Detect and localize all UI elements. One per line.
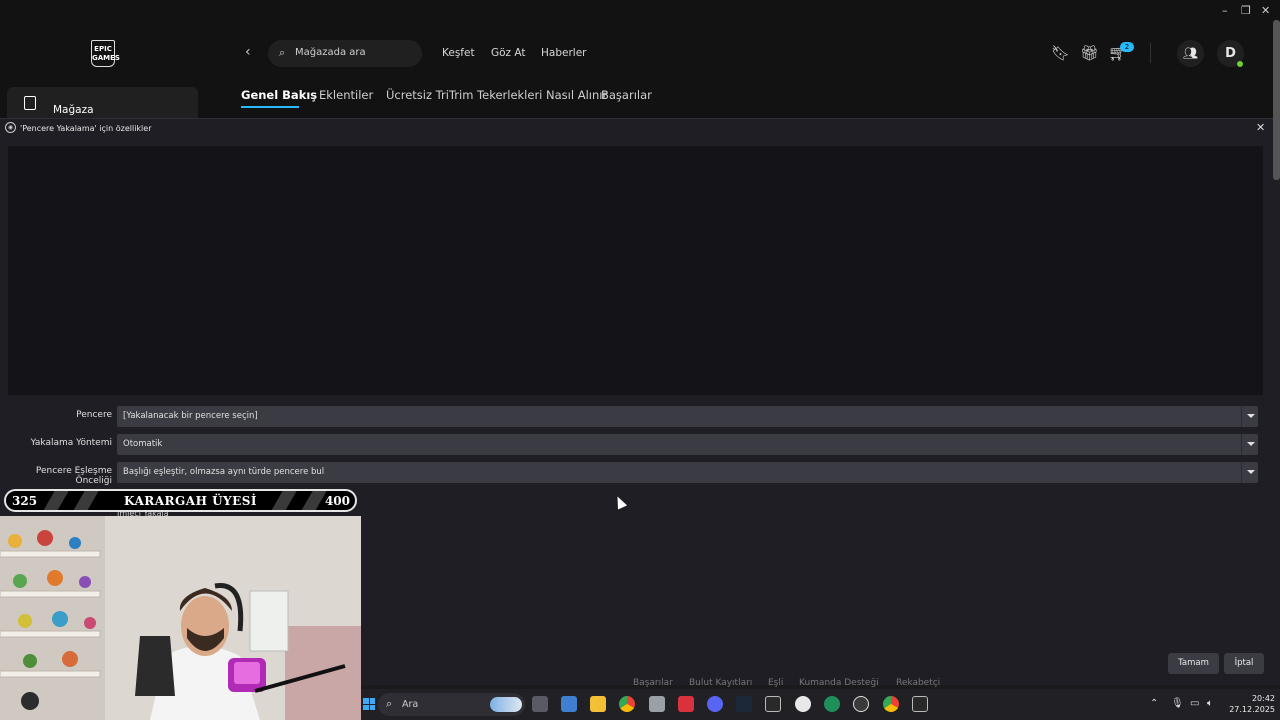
chrome-icon-2[interactable] bbox=[883, 696, 899, 712]
microphone-icon[interactable]: 🎙︎ bbox=[1171, 698, 1184, 709]
ok-button[interactable]: Tamam bbox=[1168, 653, 1219, 674]
search-highlight-graphic bbox=[490, 697, 522, 712]
chrome-icon[interactable] bbox=[619, 696, 635, 712]
rank-title: KARARGAH ÜYESİ bbox=[124, 494, 258, 508]
app-icon[interactable] bbox=[649, 696, 665, 712]
mouse-cursor-icon bbox=[612, 494, 628, 510]
scrollbar[interactable] bbox=[1273, 20, 1280, 180]
webcam-feed bbox=[0, 516, 361, 720]
green-app-icon[interactable] bbox=[824, 696, 840, 712]
capture-preview bbox=[8, 146, 1263, 395]
nav-news[interactable]: Haberler bbox=[541, 47, 586, 59]
chevron-down-icon[interactable] bbox=[1241, 434, 1258, 455]
wishlist-bookmark-icon[interactable]: 🔖︎ bbox=[1051, 44, 1070, 62]
under-tab-competitive: Rekabetçi bbox=[896, 678, 941, 688]
taskbar-search-label: Ara bbox=[402, 699, 419, 710]
close-icon[interactable]: ✕ bbox=[1256, 121, 1265, 134]
cancel-button[interactable]: İptal bbox=[1224, 653, 1264, 674]
sidebar-item-label: Mağaza bbox=[53, 104, 94, 116]
chevron-down-icon[interactable] bbox=[1241, 462, 1258, 483]
windows-taskbar: ⌕ Ara ⌃ 🎙︎ ▭ 🔈︎ 20:42 27.12.2025 bbox=[361, 689, 1280, 720]
epic-launcher-header: – ❐ ✕ EPIC GAMES ‹ ⌕ Mağazada ara Keşfet… bbox=[0, 0, 1280, 118]
tab-addons[interactable]: Eklentiler bbox=[319, 88, 373, 102]
obs-taskbar-icon[interactable] bbox=[853, 696, 869, 712]
nav-browse[interactable]: Göz At bbox=[491, 47, 526, 59]
under-tab-cloud-saves: Bulut Kayıtları bbox=[689, 678, 753, 688]
rank-next-points: 400 bbox=[324, 494, 350, 508]
task-view-icon[interactable] bbox=[532, 696, 548, 712]
under-tab-coop: Eşli bbox=[768, 678, 784, 688]
search-icon: ⌕ bbox=[279, 46, 286, 59]
under-tab-achievements: Başarılar bbox=[633, 678, 673, 688]
window-label: Pencere bbox=[76, 410, 112, 420]
gift-icon[interactable]: 🎁︎ bbox=[1080, 44, 1099, 62]
taskbar-search[interactable]: ⌕ Ara bbox=[378, 693, 525, 716]
online-status-dot bbox=[1237, 61, 1243, 67]
capture-method-value: Otomatik bbox=[123, 439, 163, 449]
search-placeholder: Mağazada ara bbox=[295, 47, 366, 58]
steam-icon[interactable] bbox=[736, 696, 752, 712]
display-icon[interactable]: ▭ bbox=[1190, 698, 1199, 709]
header-divider bbox=[1150, 43, 1151, 63]
cart-count-badge: 2 bbox=[1120, 42, 1134, 52]
chevron-down-icon[interactable] bbox=[1241, 406, 1258, 427]
window-select-value: [Yakalanacak bir pencere seçin] bbox=[123, 411, 258, 421]
overlay-stripe bbox=[71, 491, 99, 510]
under-tab-controller: Kumanda Desteği bbox=[799, 678, 879, 688]
overlay-stripe bbox=[41, 491, 69, 510]
rank-current-points: 325 bbox=[12, 494, 38, 508]
window-match-priority-label: Pencere Eşleşme Önceliği bbox=[35, 466, 112, 486]
obs-icon: ◉ bbox=[5, 122, 16, 133]
file-explorer-icon[interactable] bbox=[590, 696, 606, 712]
epic-games-logo[interactable]: EPIC GAMES bbox=[91, 40, 120, 67]
capture-method-label: Yakalama Yöntemi bbox=[30, 438, 112, 448]
sidebar-item-store[interactable]: Mağaza bbox=[7, 87, 198, 118]
window-match-priority-value: Başlığı eşleştir, olmazsa aynı türde pen… bbox=[123, 467, 325, 477]
windows-start-icon[interactable] bbox=[363, 698, 375, 710]
red-app-icon[interactable] bbox=[678, 696, 694, 712]
active-tab-indicator bbox=[241, 106, 299, 108]
overlay-stripe bbox=[269, 491, 297, 510]
shopping-bag-icon bbox=[24, 96, 36, 110]
overlay-stripe bbox=[299, 491, 327, 510]
back-arrow-icon[interactable]: ‹ bbox=[245, 44, 251, 60]
tab-achievements[interactable]: Başarılar bbox=[601, 88, 652, 102]
nav-discover[interactable]: Keşfet bbox=[442, 47, 475, 59]
taskbar-clock[interactable]: 20:42 27.12.2025 bbox=[1229, 693, 1275, 715]
rank-progress-overlay: 325 KARARGAH ÜYESİ 400 bbox=[4, 489, 357, 512]
chatgpt-icon[interactable] bbox=[795, 696, 811, 712]
discord-icon[interactable] bbox=[707, 696, 723, 712]
epic-games-taskbar-icon-2[interactable] bbox=[912, 696, 928, 712]
tab-overview[interactable]: Genel Bakış bbox=[241, 88, 317, 102]
close-window-icon[interactable]: ✕ bbox=[1261, 4, 1270, 17]
microsoft-store-icon[interactable] bbox=[561, 696, 577, 712]
window-match-priority-select[interactable]: Başlığı eşleştir, olmazsa aynı türde pen… bbox=[117, 462, 1258, 483]
tray-chevron-icon[interactable]: ⌃ bbox=[1150, 698, 1158, 709]
window-select[interactable]: [Yakalanacak bir pencere seçin] bbox=[117, 406, 1258, 427]
clock-date: 27.12.2025 bbox=[1229, 705, 1275, 714]
search-icon: ⌕ bbox=[386, 697, 393, 710]
capture-method-select[interactable]: Otomatik bbox=[117, 434, 1258, 455]
friends-icon[interactable]: 👥︎ bbox=[1177, 40, 1204, 67]
restore-icon[interactable]: ❐ bbox=[1241, 4, 1251, 17]
minimize-icon[interactable]: – bbox=[1222, 4, 1228, 17]
tab-free-tritrim[interactable]: Ücretsiz TriTrim Tekerlekleri Nasıl Alın… bbox=[386, 88, 607, 102]
volume-icon[interactable]: 🔈︎ bbox=[1207, 698, 1213, 709]
clock-time: 20:42 bbox=[1251, 694, 1275, 703]
epic-games-taskbar-icon[interactable] bbox=[765, 696, 781, 712]
dialog-title: 'Pencere Yakalama' için özellikler bbox=[20, 124, 152, 133]
webcam-scene bbox=[0, 516, 361, 720]
store-search-input[interactable]: ⌕ Mağazada ara bbox=[268, 40, 422, 67]
